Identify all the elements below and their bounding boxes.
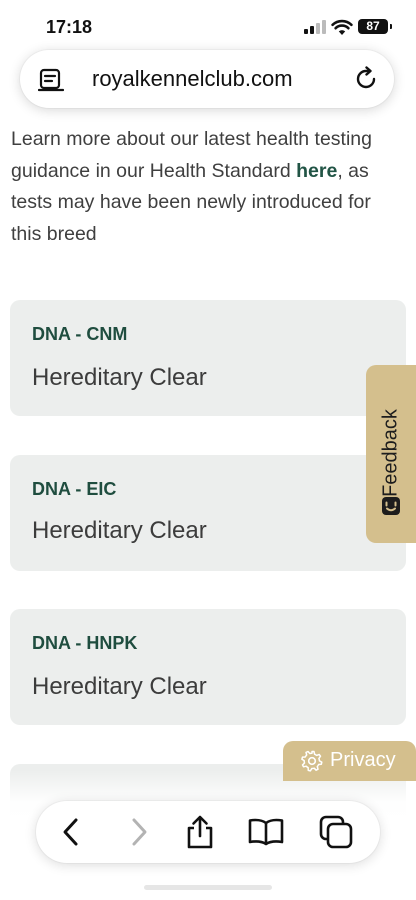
privacy-label: Privacy	[330, 749, 396, 771]
home-indicator	[144, 885, 272, 890]
share-button[interactable]	[182, 814, 218, 850]
feedback-label: Feedback	[379, 409, 402, 497]
forward-icon	[132, 818, 147, 846]
health-test-title: DNA - HNPK	[32, 633, 138, 653]
share-icon	[187, 815, 213, 849]
reload-icon[interactable]	[353, 66, 379, 92]
tabs-button[interactable]	[318, 814, 354, 850]
battery-indicator: 87	[358, 19, 392, 34]
health-testing-intro: Learn more about our latest health testi…	[11, 124, 406, 250]
feedback-button[interactable]: Feedback	[366, 365, 416, 543]
browser-toolbar	[36, 801, 380, 863]
wifi-icon	[331, 19, 353, 35]
status-bar: 17:18 87	[0, 0, 416, 50]
address-bar[interactable]: royalkennelclub.com	[20, 50, 394, 108]
health-test-title: DNA - EIC	[32, 479, 117, 499]
smiley-icon	[382, 497, 400, 515]
health-test-title: DNA - CNM	[32, 324, 128, 344]
bookmarks-icon	[248, 818, 284, 846]
privacy-button[interactable]: Privacy	[283, 741, 416, 781]
health-test-card: DNA - HNPK Hereditary Clear	[10, 609, 406, 725]
forward-button[interactable]	[120, 814, 156, 850]
health-test-card: DNA - CNM Hereditary Clear	[10, 300, 406, 416]
page-menu-icon[interactable]	[38, 68, 64, 92]
status-time: 17:18	[46, 17, 93, 37]
cellular-signal-icon	[304, 20, 326, 34]
tabs-icon	[319, 815, 353, 849]
gear-icon	[301, 750, 323, 772]
back-button[interactable]	[54, 814, 90, 850]
back-icon	[63, 818, 78, 846]
health-standard-link[interactable]: here	[296, 160, 337, 182]
health-test-result: Hereditary Clear	[32, 673, 207, 700]
health-test-result: Hereditary Clear	[32, 517, 207, 544]
bookmarks-button[interactable]	[248, 814, 284, 850]
health-test-card: DNA - EIC Hereditary Clear	[10, 455, 406, 571]
url-text[interactable]: royalkennelclub.com	[92, 66, 293, 92]
health-test-result: Hereditary Clear	[32, 364, 207, 391]
